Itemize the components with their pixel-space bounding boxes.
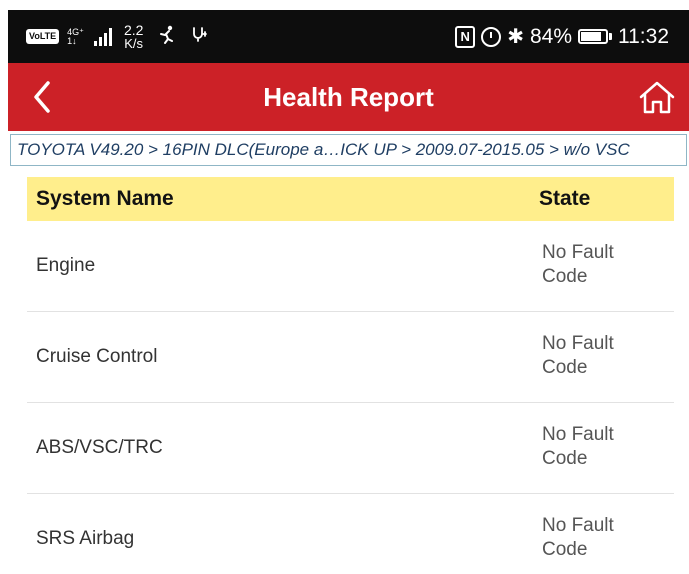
app-bar: Health Report: [8, 63, 689, 131]
status-bar-right: N ✱ 84% 11:32: [455, 10, 669, 63]
battery-fill: [581, 32, 602, 41]
report-table-body: Engine No Fault Code Cruise Control No F…: [27, 221, 674, 574]
status-bar: VoLTE 4G⁺ 1↓ 2.2 K/s N ✱ 84% 11:32: [8, 10, 689, 63]
page-title: Health Report: [263, 82, 434, 112]
volte-badge: VoLTE: [26, 29, 60, 44]
app-screen: VoLTE 4G⁺ 1↓ 2.2 K/s N ✱ 84% 11:32 Healt…: [8, 10, 689, 574]
system-name-cell: SRS Airbag: [36, 528, 135, 549]
table-row[interactable]: Cruise Control No Fault Code: [27, 312, 674, 403]
nfc-icon: N: [455, 25, 476, 48]
battery-percent: 84%: [529, 24, 572, 48]
home-icon: [639, 81, 675, 114]
network-speed-unit: K/s: [124, 35, 144, 51]
network-sub-label: 1↓: [67, 35, 77, 46]
table-row[interactable]: SRS Airbag No Fault Code: [27, 494, 674, 574]
status-bar-left: VoLTE 4G⁺ 1↓ 2.2 K/s: [26, 10, 209, 63]
state-cell: No Fault Code: [542, 333, 614, 378]
system-name-cell: ABS/VSC/TRC: [36, 437, 163, 458]
alarm-icon: [481, 26, 502, 47]
bluetooth-icon: ✱: [507, 26, 524, 48]
report-table-header: System Name State: [27, 177, 674, 221]
state-cell: No Fault Code: [542, 242, 614, 287]
state-cell: No Fault Code: [542, 424, 614, 469]
vehicle-path-breadcrumb: TOYOTA V49.20 > 16PIN DLC(Europe a…ICK U…: [10, 134, 687, 166]
table-row[interactable]: Engine No Fault Code: [27, 221, 674, 312]
signal-strength-icon: [93, 27, 112, 46]
table-row[interactable]: ABS/VSC/TRC No Fault Code: [27, 403, 674, 494]
running-app-icon: [157, 24, 177, 49]
state-cell: No Fault Code: [542, 515, 614, 560]
clock: 11:32: [618, 24, 669, 48]
battery-icon: [578, 29, 612, 44]
home-button[interactable]: [635, 75, 679, 119]
network-speed-indicator: 2.2 K/s: [123, 21, 144, 51]
system-name-cell: Cruise Control: [36, 346, 158, 367]
state-column-header: State: [539, 187, 591, 210]
network-speed-value: 2.2: [123, 21, 144, 38]
network-type-indicator: 4G⁺ 1↓: [67, 27, 84, 46]
system-name-cell: Engine: [36, 255, 96, 276]
system-name-column-header: System Name: [36, 187, 174, 210]
usb-debug-icon: [191, 25, 209, 48]
